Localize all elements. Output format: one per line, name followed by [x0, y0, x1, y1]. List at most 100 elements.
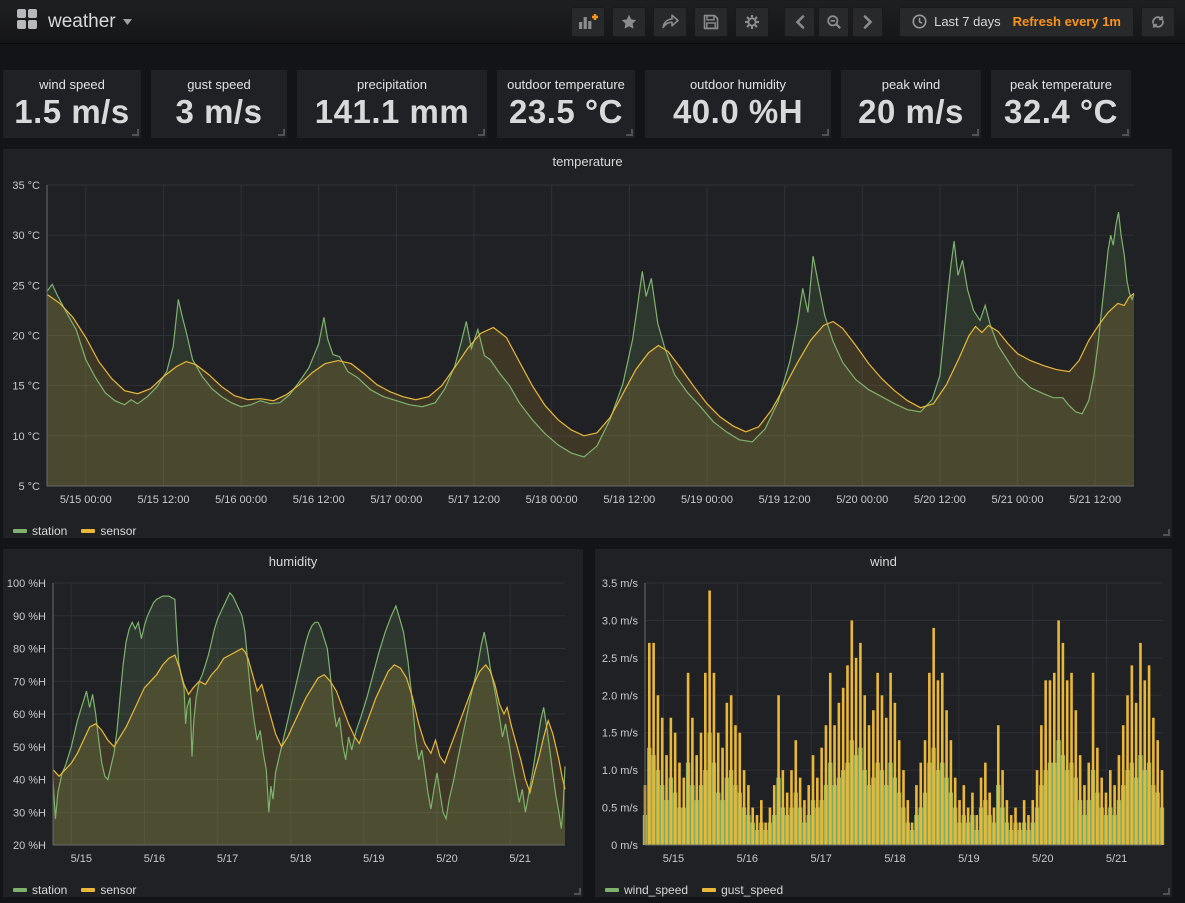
time-shift-back-button[interactable] — [784, 7, 815, 37]
x-tick-label: 5/20 — [1032, 853, 1053, 865]
stat-panel-peak-wind: peak wind 20 m/s — [841, 70, 981, 138]
legend-label: station — [32, 524, 67, 538]
x-tick-label: 5/20 00:00 — [836, 494, 888, 506]
y-tick-label: 10 °C — [12, 431, 40, 443]
stat-panel-wind-speed: wind speed 1.5 m/s — [3, 70, 141, 138]
legend-swatch — [702, 888, 716, 892]
stat-value: 23.5 °C — [497, 93, 635, 131]
legend-swatch — [13, 529, 27, 533]
y-tick-label: 40 %H — [13, 775, 46, 787]
stat-title[interactable]: peak temperature — [991, 70, 1131, 92]
panel-resize-handle[interactable] — [574, 888, 581, 895]
refresh-icon — [1150, 14, 1166, 30]
legend-label: gust_speed — [721, 883, 783, 897]
stat-title[interactable]: precipitation — [297, 70, 487, 92]
panel-resize-handle[interactable] — [278, 129, 285, 136]
panel-resize-handle[interactable] — [1163, 529, 1170, 536]
refresh-button[interactable] — [1141, 7, 1175, 37]
x-tick-label: 5/19 — [363, 853, 384, 865]
x-tick-label: 5/16 12:00 — [293, 494, 345, 506]
y-tick-label: 100 %H — [7, 578, 46, 590]
chevron-right-icon — [863, 15, 873, 29]
add-panel-button[interactable] — [571, 7, 605, 37]
stat-panel-outdoor-temperature: outdoor temperature 23.5 °C — [497, 70, 635, 138]
legend-item-sensor[interactable]: sensor — [81, 524, 136, 538]
y-tick-label: 0.5 m/s — [602, 803, 639, 815]
wind-panel: wind 0 m/s0.5 m/s1.0 m/s1.5 m/s2.0 m/s2.… — [595, 549, 1172, 897]
share-button[interactable] — [653, 7, 687, 37]
y-tick-label: 20 %H — [13, 840, 46, 852]
y-tick-label: 15 °C — [12, 381, 40, 393]
save-button[interactable] — [694, 7, 728, 37]
x-tick-label: 5/16 00:00 — [215, 494, 267, 506]
legend-item-gust_speed[interactable]: gust_speed — [702, 883, 783, 897]
settings-button[interactable] — [735, 7, 769, 37]
legend-label: wind_speed — [624, 883, 688, 897]
stat-panel-peak-temperature: peak temperature 32.4 °C — [991, 70, 1131, 138]
x-tick-label: 5/21 12:00 — [1069, 494, 1121, 506]
panel-resize-handle[interactable] — [1163, 888, 1170, 895]
time-range-picker[interactable]: Last 7 days Refresh every 1m — [899, 7, 1134, 37]
stat-value: 1.5 m/s — [3, 93, 141, 131]
gear-icon — [744, 14, 760, 30]
y-tick-label: 20 °C — [12, 331, 40, 343]
temperature-chart[interactable]: 5 °C10 °C15 °C20 °C25 °C30 °C35 °C5/15 0… — [3, 175, 1172, 514]
temperature-panel: temperature 5 °C10 °C15 °C20 °C25 °C30 °… — [3, 149, 1172, 538]
y-tick-label: 2.0 m/s — [602, 690, 639, 702]
x-tick-label: 5/15 — [663, 853, 684, 865]
stat-title[interactable]: gust speed — [151, 70, 287, 92]
x-tick-label: 5/15 12:00 — [137, 494, 189, 506]
panel-resize-handle[interactable] — [626, 129, 633, 136]
stat-value: 32.4 °C — [991, 93, 1131, 131]
stat-title[interactable]: wind speed — [3, 70, 141, 92]
stat-value: 40.0 %H — [645, 93, 831, 131]
stat-title[interactable]: outdoor temperature — [497, 70, 635, 92]
panel-title-humidity[interactable]: humidity — [3, 549, 583, 575]
time-range-label: Last 7 days — [934, 14, 1001, 29]
y-tick-label: 30 °C — [12, 230, 40, 242]
x-tick-label: 5/18 — [884, 853, 905, 865]
legend-item-station[interactable]: station — [13, 524, 67, 538]
panel-resize-handle[interactable] — [972, 129, 979, 136]
legend-label: station — [32, 883, 67, 897]
stat-value: 141.1 mm — [297, 93, 487, 131]
save-icon — [703, 14, 719, 30]
x-tick-label: 5/17 — [810, 853, 831, 865]
star-button[interactable] — [612, 7, 646, 37]
panel-resize-handle[interactable] — [822, 129, 829, 136]
stat-value: 3 m/s — [151, 93, 287, 131]
legend-swatch — [81, 529, 95, 533]
panel-resize-handle[interactable] — [478, 129, 485, 136]
y-tick-label: 60 %H — [13, 709, 46, 721]
legend-item-wind_speed[interactable]: wind_speed — [605, 883, 688, 897]
zoom-out-button[interactable] — [818, 7, 849, 37]
x-tick-label: 5/17 — [217, 853, 238, 865]
x-tick-label: 5/18 — [290, 853, 311, 865]
panel-resize-handle[interactable] — [132, 129, 139, 136]
legend-label: sensor — [100, 883, 136, 897]
stat-title[interactable]: outdoor humidity — [645, 70, 831, 92]
y-tick-label: 0 m/s — [611, 840, 638, 852]
x-tick-label: 5/17 00:00 — [370, 494, 422, 506]
y-tick-label: 50 %H — [13, 742, 46, 754]
legend-item-sensor[interactable]: sensor — [81, 883, 136, 897]
dashboards-grid-icon[interactable] — [16, 8, 38, 35]
legend-item-station[interactable]: station — [13, 883, 67, 897]
panel-title-temperature[interactable]: temperature — [3, 149, 1172, 175]
y-tick-label: 90 %H — [13, 611, 46, 623]
dashboard-title: weather — [48, 11, 116, 33]
stat-value: 20 m/s — [841, 93, 981, 131]
stat-title[interactable]: peak wind — [841, 70, 981, 92]
x-tick-label: 5/21 — [1106, 853, 1127, 865]
x-tick-label: 5/20 — [436, 853, 457, 865]
panel-title-wind[interactable]: wind — [595, 549, 1172, 575]
y-tick-label: 30 %H — [13, 807, 46, 819]
panel-resize-handle[interactable] — [1122, 129, 1129, 136]
dashboard-title-dropdown[interactable]: weather — [48, 11, 132, 33]
x-tick-label: 5/16 — [737, 853, 758, 865]
wind-chart[interactable]: 0 m/s0.5 m/s1.0 m/s1.5 m/s2.0 m/s2.5 m/s… — [595, 575, 1172, 873]
x-tick-label: 5/15 — [71, 853, 92, 865]
humidity-chart[interactable]: 20 %H30 %H40 %H50 %H60 %H70 %H80 %H90 %H… — [3, 575, 583, 873]
time-shift-forward-button[interactable] — [852, 7, 883, 37]
x-tick-label: 5/21 — [509, 853, 530, 865]
